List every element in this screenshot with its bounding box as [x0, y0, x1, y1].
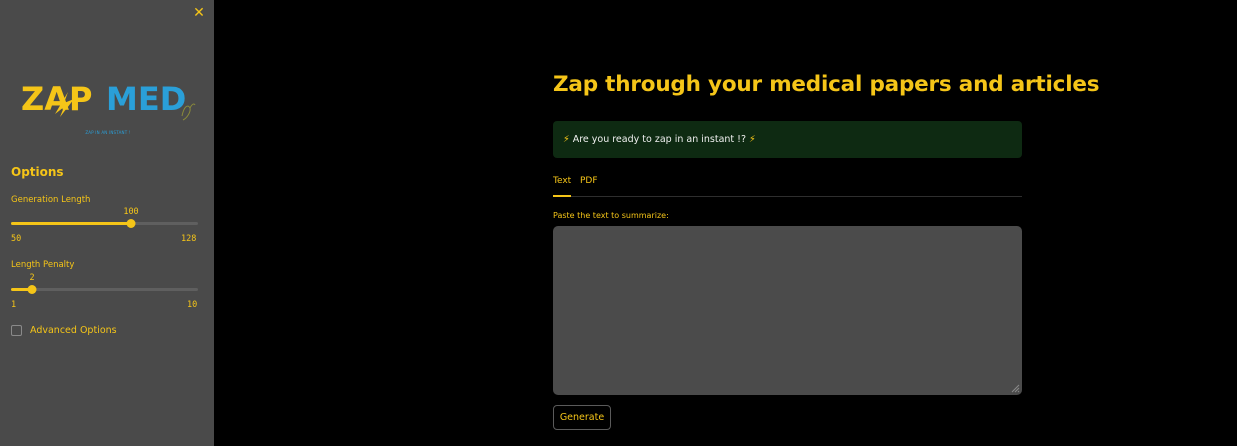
length-penalty-label: Length Penalty — [11, 260, 75, 270]
slider-thumb[interactable] — [27, 285, 37, 294]
alert-text: Are you ready to zap in an instant !? — [572, 134, 747, 145]
generation-length-max: 128 — [181, 234, 197, 244]
length-penalty-value: 2 — [29, 273, 35, 283]
slider-thumb[interactable] — [126, 219, 136, 228]
tab-text[interactable]: Text — [553, 176, 572, 197]
logo-med-text: MED — [106, 80, 186, 118]
generate-button[interactable]: Generate — [553, 405, 611, 430]
summary-text-input[interactable] — [553, 226, 1022, 395]
app-logo: ZAP MED ZAP IN AN INSTANT ! — [20, 76, 196, 138]
generation-length-min: 50 — [11, 234, 22, 244]
generation-length-value: 100 — [123, 207, 139, 217]
generation-length-slider[interactable] — [11, 219, 198, 228]
close-icon[interactable]: ✕ — [191, 5, 207, 21]
slider-fill — [11, 222, 131, 225]
info-alert: ⚡ Are you ready to zap in an instant !? … — [553, 121, 1022, 158]
advanced-options-checkbox[interactable] — [11, 325, 22, 336]
advanced-options-label: Advanced Options — [30, 325, 117, 336]
sidebar: ✕ ZAP MED ZAP IN AN INSTANT ! Options Ge… — [0, 0, 214, 446]
lightning-icon: ⚡ — [563, 134, 570, 145]
app: ✕ ZAP MED ZAP IN AN INSTANT ! Options Ge… — [0, 0, 1237, 446]
tab-pdf[interactable]: PDF — [580, 176, 598, 196]
alert-content: ⚡ Are you ready to zap in an instant !? … — [563, 134, 756, 145]
lightning-icon: ⚡ — [749, 134, 756, 145]
length-penalty-min: 1 — [11, 300, 17, 310]
logo-tagline: ZAP IN AN INSTANT ! — [85, 130, 131, 135]
textarea-label: Paste the text to summarize: — [553, 211, 669, 220]
page-title: Zap through your medical papers and arti… — [553, 72, 1100, 97]
generation-length-label: Generation Length — [11, 195, 91, 205]
logo-wordmark: ZAP MED — [21, 80, 196, 121]
input-tabs: Text PDF — [553, 176, 1022, 197]
length-penalty-max: 10 — [187, 300, 198, 310]
advanced-options-toggle[interactable]: Advanced Options — [11, 325, 117, 336]
length-penalty-slider[interactable] — [11, 285, 198, 294]
options-title: Options — [11, 165, 64, 179]
